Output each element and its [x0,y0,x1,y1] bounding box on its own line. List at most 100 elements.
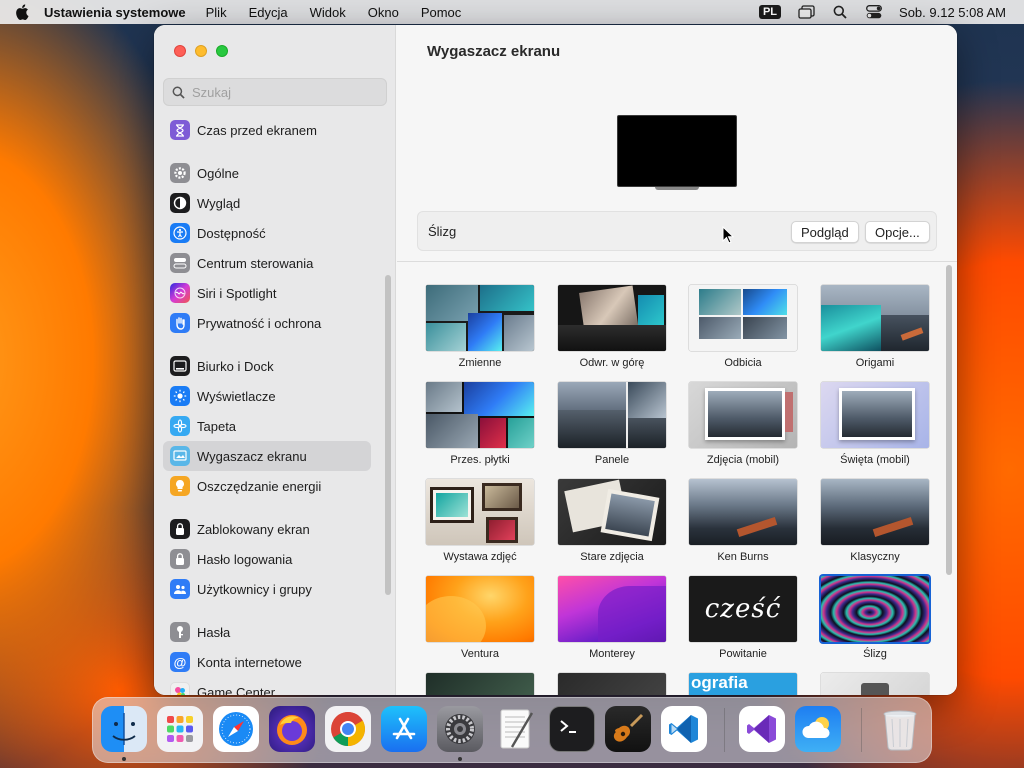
minimize-button[interactable] [195,45,207,57]
saver-tile[interactable]: ografia [689,673,797,695]
saver-tile[interactable]: Monterey [558,576,666,660]
sidebar-item-passwords[interactable]: Hasła [163,617,371,647]
sidebar-item-lock-screen[interactable]: Zablokowany ekran [163,514,371,544]
sidebar-item-label: Ogólne [197,165,239,181]
saver-label: Odbicia [724,357,762,369]
sidebar-item-siri-spotlight[interactable]: Siri i Spotlight [163,278,371,308]
finder-icon[interactable] [101,706,147,752]
sidebar-item-internet-accounts[interactable]: @ Konta internetowe [163,647,371,677]
close-button[interactable] [174,45,186,57]
saver-tile[interactable]: Stare zdjęcia [558,479,666,563]
saver-thumbnail [558,382,666,448]
saver-label: Ken Burns [717,551,769,563]
saver-label: Stare zdjęcia [580,551,644,563]
saver-tile-selected[interactable]: Ślizg [821,576,929,660]
saver-label: Klasyczny [850,551,900,563]
menu-file[interactable]: Plik [206,5,227,20]
guitar-icon[interactable] [605,706,651,752]
app-name[interactable]: Ustawienia systemowe [44,5,186,20]
sidebar-item-privacy[interactable]: Prywatność i ochrona [163,308,371,338]
saver-tile[interactable]: Odbicia [689,285,797,369]
sidebar-item-users-groups[interactable]: Użytkownicy i grupy [163,574,371,604]
search-field[interactable] [163,78,387,106]
sidebar-item-appearance[interactable]: Wygląd [163,188,371,218]
siri-icon [170,283,190,303]
menu-help[interactable]: Pomoc [421,5,461,20]
saver-tile[interactable]: Święta (mobil) [821,382,929,466]
dock-separator [861,708,862,752]
saver-tile[interactable]: Wystawa zdjęć [426,479,534,563]
at-icon: @ [170,652,190,672]
options-button[interactable]: Opcje... [865,221,930,243]
saver-thumbnail [558,285,666,351]
sidebar-item-label: Siri i Spotlight [197,285,277,301]
saver-tile[interactable]: cześć Powitanie [689,576,797,660]
saver-tile[interactable]: Przes. płytki [426,382,534,466]
window-controls [174,45,237,57]
sidebar-item-general[interactable]: Ogólne [163,158,371,188]
terminal-icon[interactable] [549,706,595,752]
menubar-clock[interactable]: Sob. 9.12 5:08 AM [899,5,1006,20]
menu-window[interactable]: Okno [368,5,399,20]
apple-icon [16,4,29,20]
dock [92,697,932,763]
screensaver-icon [170,446,190,466]
menu-edit[interactable]: Edycja [249,5,288,20]
sidebar-item-displays[interactable]: Wyświetlacze [163,381,371,411]
sidebar-item-wallpaper[interactable]: Tapeta [163,411,371,441]
saver-tile[interactable]: Klasyczny [821,479,929,563]
saver-tile[interactable]: Origami [821,285,929,369]
current-saver-bar: Ślizg Podgląd Opcje... [417,211,937,251]
apple-menu[interactable] [0,4,44,20]
sidebar-item-label: Prywatność i ochrona [197,315,322,331]
chrome-icon[interactable] [325,706,371,752]
weather-icon[interactable] [795,706,841,752]
saver-tile[interactable]: Zmienne [426,285,534,369]
sidebar-item-label: Dostępność [197,225,266,241]
sidebar-item-screen-saver[interactable]: Wygaszacz ekranu [163,441,371,471]
appearance-icon [170,193,190,213]
vscode-icon[interactable] [661,706,707,752]
control-center-icon[interactable] [865,4,883,20]
main-scrollbar[interactable] [946,265,952,575]
sidebar-scrollbar[interactable] [385,275,391,595]
hourglass-icon [170,120,190,140]
input-source-badge[interactable]: PL [758,5,782,19]
sidebar-item-game-center[interactable]: Game Center [163,677,371,695]
saver-tile[interactable]: Panele [558,382,666,466]
visual-studio-icon[interactable] [739,706,785,752]
firefox-icon[interactable] [269,706,315,752]
preview-button[interactable]: Podgląd [791,221,859,243]
launchpad-icon[interactable] [157,706,203,752]
textedit-icon[interactable] [493,706,539,752]
saver-tile[interactable] [426,673,534,695]
search-icon[interactable] [831,4,849,20]
sidebar-item-energy-saver[interactable]: Oszczędzanie energii [163,471,371,501]
saver-tile[interactable]: Ken Burns [689,479,797,563]
saver-tile[interactable]: Odwr. w górę [558,285,666,369]
sidebar-item-screen-time[interactable]: Czas przed ekranem [163,115,371,145]
saver-thumbnail [821,673,929,695]
saver-label: Przes. płytki [450,454,510,466]
sidebar-item-desktop-dock[interactable]: Biurko i Dock [163,351,371,381]
zoom-button[interactable] [216,45,228,57]
safari-icon[interactable] [213,706,259,752]
saver-thumbnail [426,479,534,545]
sidebar-item-accessibility[interactable]: Dostępność [163,218,371,248]
sidebar-item-control-center[interactable]: Centrum sterowania [163,248,371,278]
stage-manager-icon[interactable] [797,4,815,20]
word-of-day-text: ografia [691,673,748,692]
saver-tile[interactable]: Zdjęcia (mobil) [689,382,797,466]
trash-icon[interactable] [877,706,923,752]
menu-view[interactable]: Widok [310,5,346,20]
saver-thumbnail [689,479,797,545]
saver-tile[interactable] [558,673,666,695]
app-store-icon[interactable] [381,706,427,752]
search-input[interactable] [192,84,372,100]
sidebar-item-label: Centrum sterowania [197,255,314,271]
saver-tile[interactable]: Ventura [426,576,534,660]
saver-thumbnail [689,285,797,351]
system-settings-icon[interactable] [437,706,483,752]
sidebar-item-login-password[interactable]: Hasło logowania [163,544,371,574]
saver-tile[interactable] [821,673,929,695]
